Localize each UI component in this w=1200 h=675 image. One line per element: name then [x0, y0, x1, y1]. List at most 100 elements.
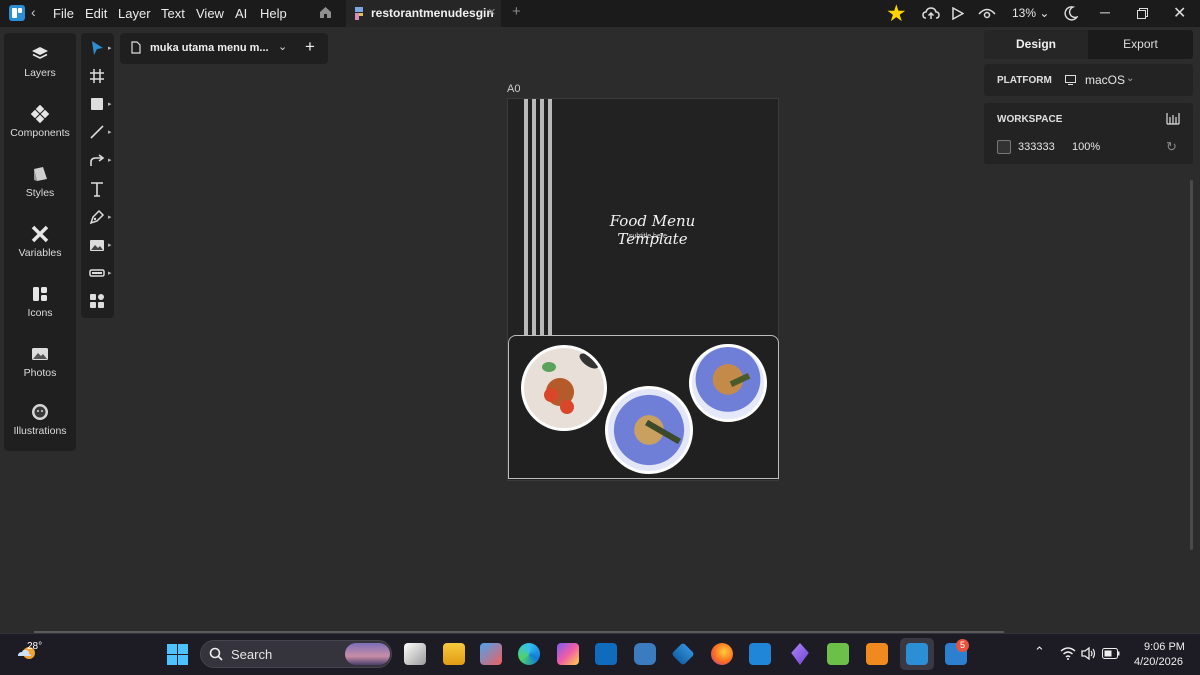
design-app-taskbar-icon[interactable] [906, 643, 928, 665]
task-view-icon[interactable] [404, 643, 426, 665]
workspace-color-value[interactable]: 333333 [1018, 141, 1055, 153]
decorative-stripe [532, 99, 536, 336]
frame-grid-icon[interactable] [89, 68, 105, 84]
orange-app-icon[interactable] [866, 643, 888, 665]
menu-text[interactable]: Text [161, 6, 185, 21]
photos-icon [32, 348, 48, 360]
file-explorer-icon[interactable] [443, 643, 465, 665]
tool-caret-icon[interactable]: ▸ [108, 241, 112, 249]
sidebar-item-styles[interactable]: Styles [4, 165, 76, 199]
sidebar-item-components[interactable]: Components [4, 105, 76, 139]
rectangle-icon[interactable] [89, 96, 105, 112]
tool-caret-icon[interactable]: ▸ [108, 100, 112, 108]
tray-chevron-up-icon[interactable]: ⌃ [1034, 644, 1045, 660]
preview-eye-icon[interactable] [978, 7, 996, 20]
play-icon[interactable] [952, 7, 964, 20]
dark-mode-moon-icon[interactable] [1064, 6, 1078, 21]
android-studio-a-icon[interactable] [827, 643, 849, 665]
speaker-icon[interactable] [1081, 647, 1096, 660]
vscode-icon[interactable] [749, 643, 771, 665]
sidebar-item-label: Components [10, 127, 70, 139]
plugins-grid-icon[interactable] [89, 293, 105, 309]
tool-caret-icon[interactable]: ▸ [108, 44, 112, 52]
cloud-upload-icon[interactable] [922, 4, 940, 22]
sidebar-item-photos[interactable]: Photos [4, 345, 76, 379]
menu-view[interactable]: View [196, 6, 224, 21]
minimize-icon[interactable]: ─ [1100, 4, 1110, 20]
platform-label: PLATFORM [997, 75, 1052, 86]
right-panel-scrollbar[interactable] [1190, 180, 1193, 550]
restore-icon[interactable] [1137, 8, 1148, 19]
tool-caret-icon[interactable]: ▸ [108, 128, 112, 136]
food-photo-panel[interactable] [508, 335, 779, 479]
menu-file[interactable]: File [53, 6, 74, 21]
close-window-icon[interactable]: ✕ [1173, 3, 1186, 23]
sidebar-item-icons[interactable]: Icons [4, 285, 76, 319]
tool-caret-icon[interactable]: ▸ [108, 156, 112, 164]
app-logo-icon[interactable] [9, 5, 25, 21]
select-pointer-icon[interactable] [89, 40, 105, 56]
windows-start-icon[interactable] [167, 644, 188, 665]
zoom-dropdown[interactable]: 13% ⌄ [1012, 6, 1049, 20]
star-icon[interactable]: ★ [886, 1, 907, 25]
tab-design[interactable]: Design [984, 30, 1088, 59]
edge-browser-icon[interactable] [518, 643, 540, 665]
components-icon [31, 105, 49, 123]
copilot-icon[interactable] [557, 643, 579, 665]
sidebar-item-variables[interactable]: Variables [4, 225, 76, 259]
workspace-label: WORKSPACE [997, 114, 1063, 125]
tab-export[interactable]: Export [1088, 30, 1193, 59]
image-icon[interactable] [89, 237, 105, 253]
reset-icon[interactable]: ↻ [1166, 139, 1177, 155]
home-icon[interactable] [319, 6, 332, 19]
menu-subtitle-text[interactable]: subtitle here [580, 233, 716, 240]
weather-temperature: 28° [27, 641, 43, 652]
layers-icon [32, 47, 48, 59]
menu-edit[interactable]: Edit [85, 6, 107, 21]
workspace-opacity-value[interactable]: 100% [1072, 141, 1100, 153]
tab-close-icon[interactable]: × [488, 4, 496, 19]
food-photo-fried-rice[interactable] [521, 345, 607, 431]
platform-dropdown[interactable]: macOS [1085, 73, 1125, 87]
new-tab-icon[interactable]: + [512, 3, 521, 20]
tab-file-icon [355, 7, 363, 20]
search-icon [209, 647, 223, 661]
tool-caret-icon[interactable]: ▸ [108, 213, 112, 221]
back-chevron-icon[interactable]: ‹ [31, 4, 36, 20]
button-component-icon[interactable] [89, 265, 105, 281]
workspace-color-swatch[interactable] [997, 140, 1011, 154]
ruler-icon[interactable] [1166, 112, 1180, 125]
wifi-icon[interactable] [1060, 647, 1076, 660]
sidebar-item-layers[interactable]: Layers [4, 45, 76, 79]
illustrations-icon [32, 404, 48, 420]
microsoft-store-icon[interactable] [480, 643, 502, 665]
chevron-down-icon[interactable]: ⌄ [278, 40, 287, 53]
decorative-stripe [524, 99, 528, 336]
line-icon[interactable] [89, 124, 105, 140]
discord-bot-icon[interactable] [634, 643, 656, 665]
add-page-icon[interactable]: + [305, 37, 315, 57]
page-name-dropdown[interactable]: muka utama menu m... [150, 42, 269, 54]
tool-caret-icon[interactable]: ▸ [108, 269, 112, 277]
search-highlight-image[interactable] [345, 643, 390, 665]
artboard-label[interactable]: A0 [507, 83, 520, 95]
battery-icon[interactable] [1102, 648, 1120, 659]
menu-title-text[interactable]: Food Menu Template [580, 212, 725, 248]
sidebar-item-illustrations[interactable]: Illustrations [4, 403, 76, 437]
menu-help[interactable]: Help [260, 6, 287, 21]
notification-badge: 5 [956, 639, 969, 652]
food-photo-fish-dish[interactable] [605, 386, 693, 474]
pen-icon[interactable] [89, 209, 105, 225]
text-icon[interactable] [89, 181, 105, 197]
outlook-icon[interactable] [595, 643, 617, 665]
connector-arrow-icon[interactable] [89, 152, 105, 168]
decorative-stripe [540, 99, 544, 336]
menu-ai[interactable]: AI [235, 6, 247, 21]
food-photo-fish-curry[interactable] [689, 344, 767, 422]
firefox-icon[interactable] [711, 643, 733, 665]
clock-time[interactable]: 9:06 PM [1144, 641, 1185, 653]
workspace-section: WORKSPACE 333333 100% ↻ [984, 103, 1193, 164]
menu-layer[interactable]: Layer [118, 6, 151, 21]
clock-date[interactable]: 4/20/2026 [1134, 656, 1183, 668]
chevron-down-icon[interactable]: ⌄ [1126, 73, 1134, 84]
